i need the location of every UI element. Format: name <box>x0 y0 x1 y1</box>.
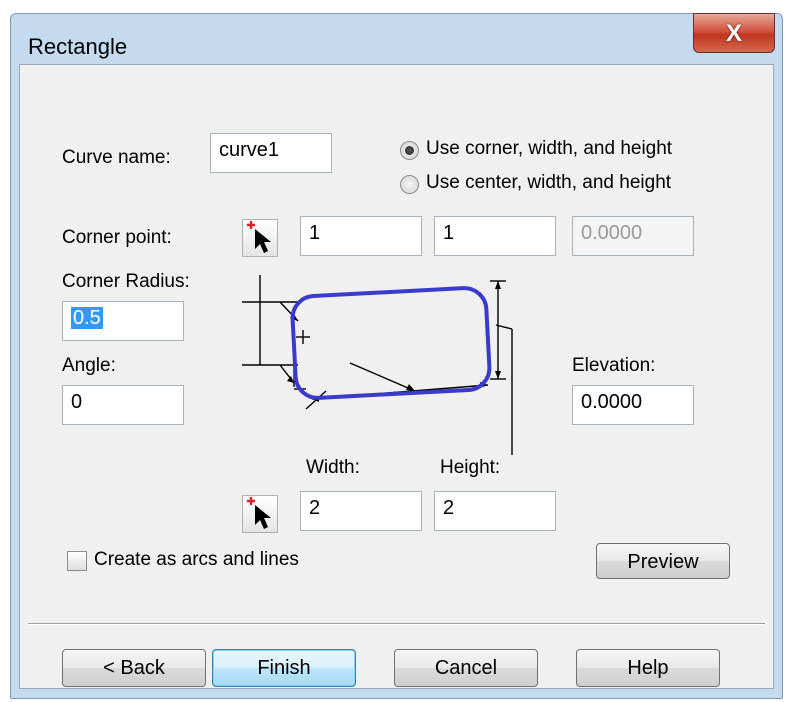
corner-point-label: Corner point: <box>62 227 172 248</box>
height-label: Height: <box>440 457 501 478</box>
help-button[interactable]: Help <box>576 649 720 687</box>
elevation-label: Elevation: <box>572 355 656 376</box>
dialog-client-area: Curve name: curve1 Use corner, width, an… <box>19 64 774 689</box>
separator-line <box>28 623 765 625</box>
window-title: Rectangle <box>28 34 128 59</box>
size-pick-button[interactable] <box>242 495 278 533</box>
corner-point-y-input[interactable]: 1 <box>434 216 556 256</box>
close-button[interactable]: X <box>693 13 775 53</box>
radio-use-center-label[interactable]: Use center, width, and height <box>426 172 671 194</box>
elevation-input[interactable]: 0.0000 <box>572 385 694 425</box>
radio-use-center[interactable] <box>400 175 419 194</box>
corner-radius-input[interactable]: 0.5 <box>62 301 184 341</box>
cancel-button[interactable]: Cancel <box>394 649 538 687</box>
corner-radius-selected-text: 0.5 <box>71 307 103 329</box>
corner-point-x-input[interactable]: 1 <box>300 216 422 256</box>
finish-button[interactable]: Finish <box>212 649 356 687</box>
corner-point-z-input: 0.0000 <box>572 216 694 256</box>
angle-input[interactable]: 0 <box>62 385 184 425</box>
rectangle-dialog-window: Rectangle X Curve name: curve1 Use corne… <box>10 13 783 699</box>
create-arcs-checkbox[interactable] <box>67 551 87 571</box>
pick-cursor-icon <box>247 497 271 529</box>
radio-use-corner-label[interactable]: Use corner, width, and height <box>426 138 672 160</box>
curve-name-label: Curve name: <box>62 147 171 168</box>
corner-radius-label: Corner Radius: <box>62 271 190 292</box>
close-icon: X <box>725 20 742 47</box>
back-button[interactable]: < Back <box>62 649 206 687</box>
angle-label: Angle: <box>62 355 116 376</box>
height-input[interactable]: 2 <box>434 491 556 531</box>
corner-point-pick-button[interactable] <box>242 219 278 257</box>
pick-cursor-icon <box>247 221 271 253</box>
preview-button[interactable]: Preview <box>596 543 730 579</box>
width-input[interactable]: 2 <box>300 491 422 531</box>
title-bar[interactable]: Rectangle X <box>11 13 782 64</box>
curve-name-input[interactable]: curve1 <box>210 133 332 173</box>
radio-use-corner[interactable] <box>400 141 419 160</box>
create-arcs-label[interactable]: Create as arcs and lines <box>94 549 299 571</box>
rounded-rectangle-preview <box>290 286 492 400</box>
width-label: Width: <box>306 457 360 478</box>
radio-selected-dot <box>405 146 414 155</box>
